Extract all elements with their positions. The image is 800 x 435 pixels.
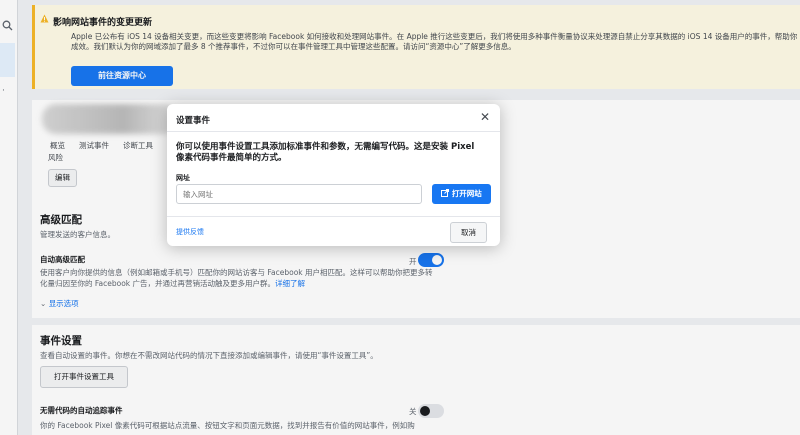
url-label: 网址 [176,174,190,182]
dialog-intro-line1: 你可以使用事件设置工具添加标准事件和参数，无需编写代码。这是安装 Pixel [176,142,475,152]
close-icon[interactable]: ✕ [480,111,490,123]
dialog-footer-divider [167,216,500,217]
setup-events-dialog: 设置事件 ✕ 你可以使用事件设置工具添加标准事件和参数，无需编写代码。这是安装 … [167,104,500,246]
external-link-icon [441,189,452,198]
dialog-intro-line2: 像素代码事件最简单的方式。 [176,153,287,163]
dialog-title: 设置事件 [176,116,211,126]
feedback-link[interactable]: 提供反馈 [176,227,204,237]
dialog-intro: 你可以使用事件设置工具添加标准事件和参数，无需编写代码。这是安装 Pixel 像… [176,142,494,164]
open-website-label: 打开网站 [451,189,482,198]
url-input[interactable] [176,184,422,204]
open-website-button[interactable]: 打开网站 [432,184,491,204]
dialog-divider [167,131,500,132]
cancel-button[interactable]: 取消 [450,222,487,243]
